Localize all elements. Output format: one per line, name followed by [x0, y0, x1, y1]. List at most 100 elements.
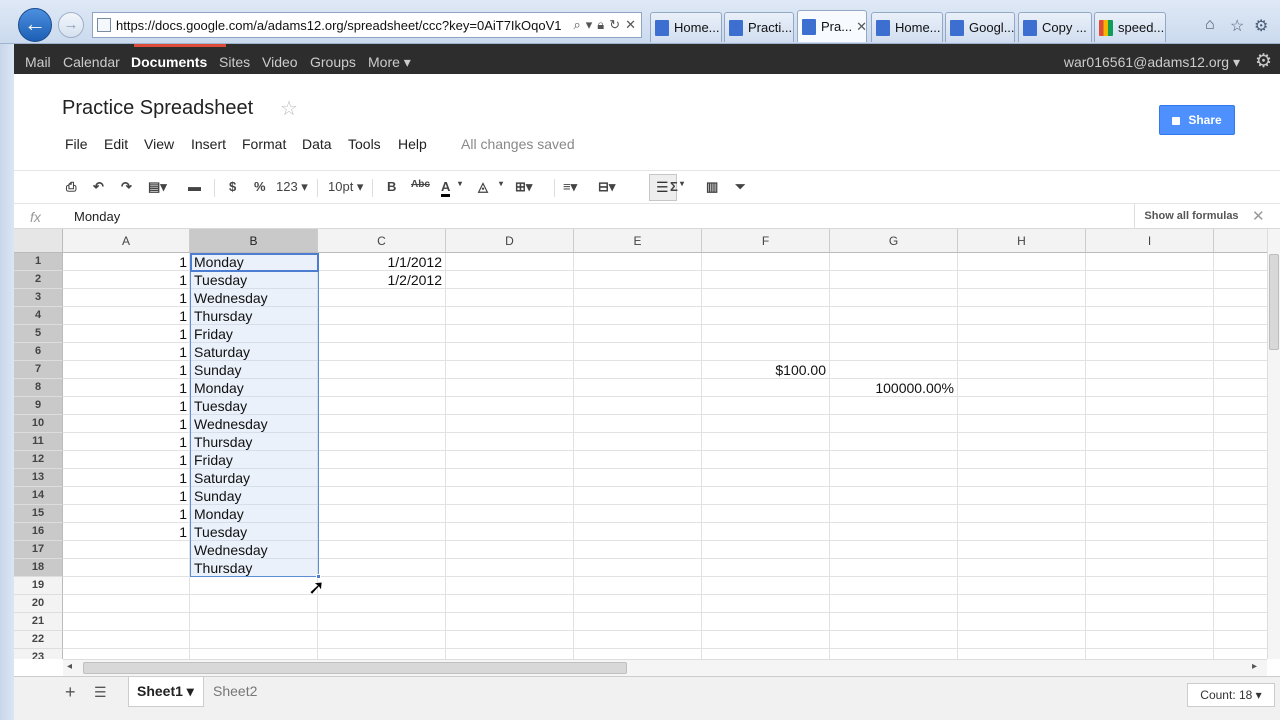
star-icon[interactable]: ☆: [280, 96, 298, 121]
gbar-video[interactable]: Video: [262, 54, 298, 70]
row-header-12[interactable]: 12: [14, 451, 63, 469]
cell-a2[interactable]: 1: [63, 271, 190, 289]
row-header-22[interactable]: 22: [14, 631, 63, 649]
account-menu[interactable]: war016561@adams12.org ▾: [1064, 54, 1240, 71]
gbar-more[interactable]: More ▾: [368, 54, 411, 71]
percent-button[interactable]: %: [254, 179, 266, 194]
settings-gear-icon[interactable]: ⚙: [1255, 50, 1272, 73]
home-icon[interactable]: ⌂: [1205, 16, 1215, 34]
cell-a8[interactable]: 1: [63, 379, 190, 397]
cell-b14[interactable]: Sunday: [191, 487, 317, 505]
cell-b18[interactable]: Thursday: [191, 559, 317, 577]
cell-a3[interactable]: 1: [63, 289, 190, 307]
redo-icon[interactable]: ↷: [121, 179, 132, 195]
menu-help[interactable]: Help: [398, 136, 427, 152]
favorites-star-icon[interactable]: ☆: [1230, 16, 1244, 36]
menu-tools[interactable]: Tools: [348, 136, 381, 152]
tools-gear-icon[interactable]: ⚙: [1254, 16, 1268, 36]
align-icon[interactable]: ≡▾: [563, 179, 577, 195]
row-header-14[interactable]: 14: [14, 487, 63, 505]
menu-format[interactable]: Format: [242, 136, 286, 152]
forward-button[interactable]: →: [58, 12, 84, 38]
row-header-6[interactable]: 6: [14, 343, 63, 361]
cell-a7[interactable]: 1: [63, 361, 190, 379]
cell-a13[interactable]: 1: [63, 469, 190, 487]
cell-b12[interactable]: Friday: [191, 451, 317, 469]
currency-button[interactable]: $: [229, 179, 236, 194]
print-icon[interactable]: ⎙: [66, 179, 76, 195]
sum-button[interactable]: Σ: [670, 179, 678, 194]
search-icon[interactable]: ⌕: [573, 17, 580, 33]
scroll-right-icon[interactable]: ▸: [1252, 661, 1257, 672]
cell-a4[interactable]: 1: [63, 307, 190, 325]
column-header-i[interactable]: I: [1086, 229, 1214, 253]
row-header-9[interactable]: 9: [14, 397, 63, 415]
row-header-1[interactable]: 1: [14, 253, 63, 271]
menu-data[interactable]: Data: [302, 136, 332, 152]
cell-b13[interactable]: Saturday: [191, 469, 317, 487]
cell-b2[interactable]: Tuesday: [191, 271, 317, 289]
row-header-3[interactable]: 3: [14, 289, 63, 307]
cell-b15[interactable]: Monday: [191, 505, 317, 523]
cell-a5[interactable]: 1: [63, 325, 190, 343]
column-header-g[interactable]: G: [830, 229, 958, 253]
horizontal-scrollbar[interactable]: ◂ ▸: [63, 659, 1267, 676]
paint-format-icon[interactable]: ▬: [188, 179, 201, 194]
gbar-documents[interactable]: Documents: [131, 54, 207, 70]
address-url[interactable]: https://docs.google.com/a/adams12.org/sp…: [116, 18, 568, 33]
chevron-down-icon[interactable]: ▾: [499, 179, 503, 188]
browser-tab[interactable]: speed...: [1094, 12, 1166, 42]
row-header-13[interactable]: 13: [14, 469, 63, 487]
stop-icon[interactable]: ✕: [625, 17, 636, 33]
column-header-d[interactable]: D: [446, 229, 574, 253]
scroll-left-icon[interactable]: ◂: [67, 661, 72, 672]
chart-icon[interactable]: ▥: [706, 179, 718, 195]
cell-b7[interactable]: Sunday: [191, 361, 317, 379]
merge-cells-icon[interactable]: ⊟▾: [598, 179, 615, 195]
cell-a9[interactable]: 1: [63, 397, 190, 415]
vertical-scroll-thumb[interactable]: [1269, 254, 1279, 350]
cell-b17[interactable]: Wednesday: [191, 541, 317, 559]
gbar-groups[interactable]: Groups: [310, 54, 356, 70]
sheet-tab-sheet1[interactable]: Sheet1 ▾: [128, 677, 204, 707]
chevron-down-icon[interactable]: ▾: [680, 179, 684, 188]
row-header-18[interactable]: 18: [14, 559, 63, 577]
row-header-7[interactable]: 7: [14, 361, 63, 379]
bold-button[interactable]: B: [387, 179, 396, 194]
gbar-calendar[interactable]: Calendar: [63, 54, 120, 70]
lock-icon[interactable]: 🔒︎: [597, 17, 604, 33]
browser-tab[interactable]: Copy ...: [1018, 12, 1092, 42]
column-header-h[interactable]: H: [958, 229, 1086, 253]
cell-g8[interactable]: 100000.00%: [830, 379, 957, 397]
borders-icon[interactable]: ⊞▾: [515, 179, 532, 195]
font-size-dropdown[interactable]: 10pt ▾: [328, 179, 363, 195]
browser-tab[interactable]: Home...: [650, 12, 722, 42]
row-header-19[interactable]: 19: [14, 577, 63, 595]
cell-a10[interactable]: 1: [63, 415, 190, 433]
fill-color-icon[interactable]: ◬: [478, 179, 488, 195]
close-tab-icon[interactable]: ✕: [856, 19, 866, 35]
sheet-list-icon[interactable]: ☰: [94, 684, 107, 701]
menu-edit[interactable]: Edit: [104, 136, 128, 152]
share-button[interactable]: Share: [1159, 105, 1235, 135]
gbar-mail[interactable]: Mail: [25, 54, 51, 70]
cell-b16[interactable]: Tuesday: [191, 523, 317, 541]
cell-b8[interactable]: Monday: [191, 379, 317, 397]
gbar-sites[interactable]: Sites: [219, 54, 250, 70]
cell-a11[interactable]: 1: [63, 433, 190, 451]
row-header-10[interactable]: 10: [14, 415, 63, 433]
cell-c1[interactable]: 1/1/2012: [318, 253, 445, 271]
row-header-23[interactable]: 23: [14, 649, 63, 659]
horizontal-scroll-thumb[interactable]: [83, 662, 627, 674]
undo-icon[interactable]: ↶: [93, 179, 104, 195]
column-header-a[interactable]: A: [63, 229, 190, 253]
menu-view[interactable]: View: [144, 136, 174, 152]
document-title[interactable]: Practice Spreadsheet: [62, 97, 253, 120]
row-header-8[interactable]: 8: [14, 379, 63, 397]
column-header-e[interactable]: E: [574, 229, 702, 253]
select-all-corner[interactable]: [14, 229, 63, 253]
sheet-tab-sheet2[interactable]: Sheet2: [213, 683, 257, 699]
row-header-17[interactable]: 17: [14, 541, 63, 559]
vertical-scrollbar[interactable]: [1267, 229, 1280, 659]
column-header-c[interactable]: C: [318, 229, 446, 253]
